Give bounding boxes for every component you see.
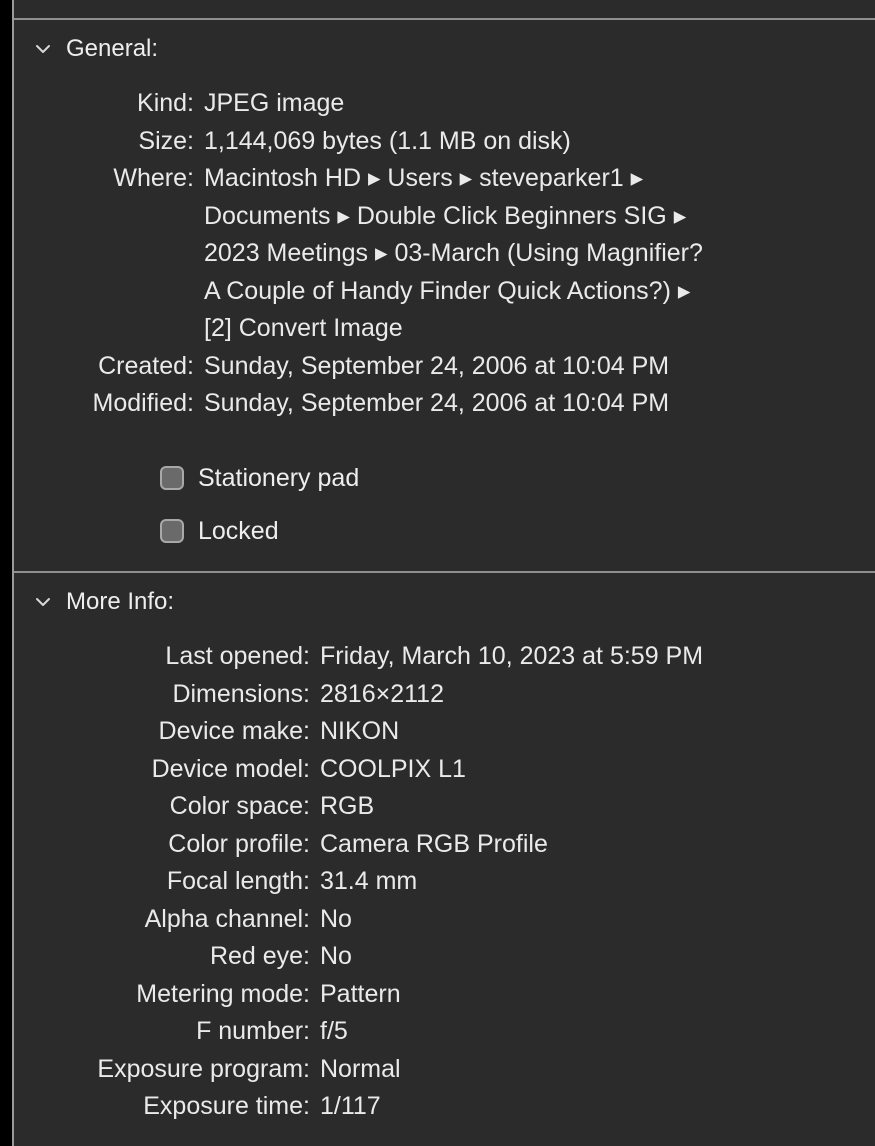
locked-checkbox[interactable]: Locked	[160, 514, 279, 548]
more-info-row-value: No	[320, 942, 352, 970]
info-panel: General: Kind: JPEG image Size: 1,144,069 b…	[12, 0, 875, 1146]
more-info-row-label: Device make:	[158, 717, 310, 745]
general-row-value: Sunday, September 24, 2006 at 10:04 PM	[204, 351, 670, 380]
locked-label: Locked	[198, 516, 279, 545]
general-row-label: Where:	[113, 164, 194, 192]
general-row-value: A Couple of Handy Finder Quick Actions?)…	[204, 276, 691, 305]
more-info-row-label: Color space:	[169, 792, 310, 820]
general-row-value: Documents ▸ Double Click Beginners SIG ▸	[204, 201, 687, 230]
more-info-row-value: 31.4 mm	[320, 867, 418, 895]
chevron-down-icon	[34, 40, 52, 58]
general-row-value: Sunday, September 24, 2006 at 10:04 PM	[204, 389, 670, 417]
general-row-value: 1,144,069 bytes (1.1 MB on disk)	[204, 126, 571, 155]
more-info-row-label: Alpha channel:	[144, 904, 310, 933]
more-info-row-value: Normal	[320, 1054, 401, 1083]
more-info-row-label: Focal length:	[166, 867, 310, 895]
more-info-row-label: Last opened:	[165, 642, 310, 670]
general-row-value: JPEG image	[204, 89, 345, 117]
more-info-section-title: More Info:	[66, 588, 175, 615]
divider	[14, 571, 875, 573]
stationery-pad-checkbox-box[interactable]	[160, 466, 184, 490]
more-info-row-label: Color profile:	[168, 829, 310, 858]
more-info-row-value: f/5	[320, 1017, 348, 1045]
general-row-value: [2] Convert Image	[204, 314, 403, 342]
general-row-label: Created:	[98, 351, 194, 380]
general-row-label: Kind:	[137, 89, 194, 117]
general-row-label: Size:	[138, 126, 194, 155]
more-info-row-value: RGB	[320, 792, 375, 820]
more-info-row-value: NIKON	[320, 717, 400, 745]
more-info-row-value: No	[320, 904, 352, 933]
general-section-header[interactable]: General:	[34, 32, 158, 66]
more-info-row-value: 2816×2112	[320, 679, 444, 708]
more-info-row-label: Red eye:	[209, 942, 310, 970]
general-row-value: Macintosh HD ▸ Users ▸ steveparker1 ▸	[204, 164, 644, 192]
more-info-row-label: Metering mode:	[136, 979, 310, 1008]
stationery-pad-checkbox[interactable]: Stationery pad	[160, 461, 359, 495]
more-info-section-header[interactable]: More Info:	[34, 585, 174, 619]
more-info-row-label: Exposure time:	[143, 1092, 310, 1120]
stationery-pad-label: Stationery pad	[198, 463, 360, 492]
more-info-row-label: Dimensions:	[172, 679, 310, 708]
chevron-down-icon	[34, 593, 52, 611]
general-row-value: 2023 Meetings ▸ 03-March (Using Magnifie…	[204, 239, 703, 267]
general-section-title: General:	[66, 35, 159, 62]
more-info-row-label: Exposure program:	[97, 1054, 310, 1083]
more-info-row-value: 1/117	[320, 1092, 381, 1120]
more-info-row-value: Pattern	[320, 979, 401, 1008]
more-info-row-label: Device model:	[151, 754, 310, 783]
more-info-row-label: F number:	[196, 1017, 310, 1045]
general-row-label: Modified:	[92, 389, 194, 417]
more-info-row-value: Camera RGB Profile	[320, 829, 548, 858]
more-info-row-value: Friday, March 10, 2023 at 5:59 PM	[320, 642, 704, 670]
more-info-row-value: COOLPIX L1	[320, 754, 466, 783]
divider	[14, 18, 875, 20]
locked-checkbox-box[interactable]	[160, 519, 184, 543]
